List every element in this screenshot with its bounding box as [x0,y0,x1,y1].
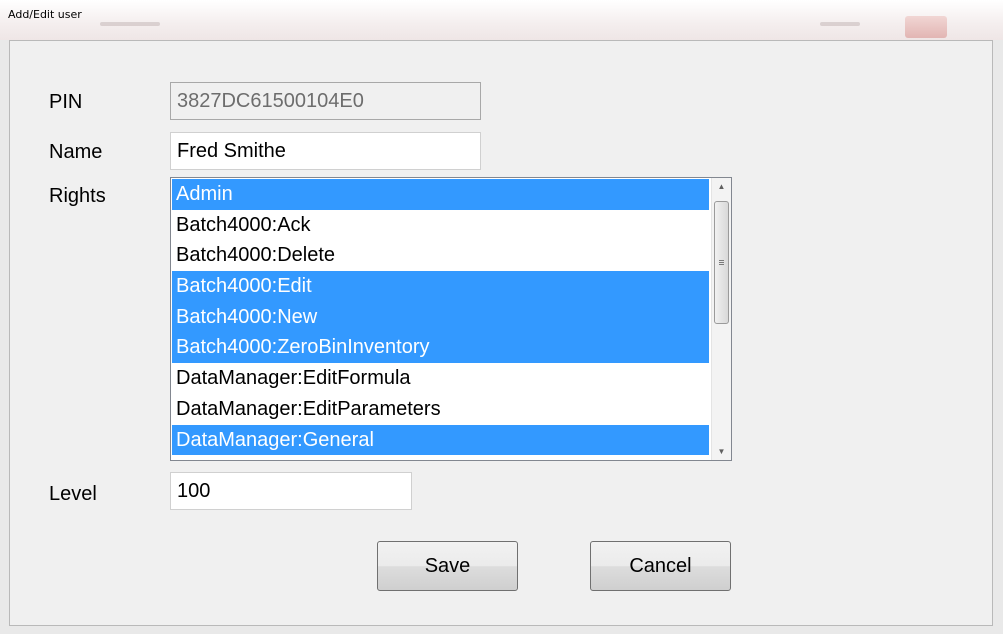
scroll-down-icon[interactable]: ▼ [712,443,731,460]
rights-list-item[interactable]: Admin [172,179,709,210]
close-button[interactable] [905,16,947,38]
rights-list-item[interactable]: Batch4000:Edit [172,271,709,302]
pin-field: 3827DC61500104E0 [170,82,481,120]
rights-list-item[interactable]: Batch4000:Delete [172,240,709,271]
name-label: Name [49,141,103,163]
add-edit-user-dialog: PIN 3827DC61500104E0 Name Fred Smithe Ri… [9,40,993,626]
rights-list-item[interactable]: DataManager:EditParameters [172,394,709,425]
rights-list-item[interactable]: DataManager:General [172,424,709,456]
background-blur [100,22,160,26]
rights-list-item[interactable]: Batch4000:New [172,301,709,333]
scroll-thumb[interactable] [714,201,729,324]
background-blur [820,22,860,26]
rights-list: Admin Batch4000:Ack Batch4000:Delete Batch4… [172,179,709,456]
pin-label: PIN [49,91,83,113]
level-label: Level [49,483,97,505]
name-field[interactable]: Fred Smithe [170,132,481,170]
rights-label: Rights [49,185,106,207]
cancel-button[interactable]: Cancel [590,541,731,591]
rights-list-item[interactable]: Batch4000:Ack [172,210,709,241]
rights-listbox[interactable]: Admin Batch4000:Ack Batch4000:Delete Batch4… [170,177,732,461]
grip-icon [719,260,724,261]
scroll-up-icon[interactable]: ▲ [712,178,731,195]
rights-scrollbar[interactable]: ▲ ▼ [711,178,731,460]
save-button[interactable]: Save [377,541,518,591]
level-field[interactable]: 100 [170,472,412,510]
rights-list-item[interactable]: DataManager:EditFormula [172,363,709,394]
title-bar[interactable]: Add/Edit user [0,0,1003,40]
window-title: Add/Edit user [8,8,82,21]
rights-list-item[interactable]: Batch4000:ZeroBinInventory [172,332,709,364]
